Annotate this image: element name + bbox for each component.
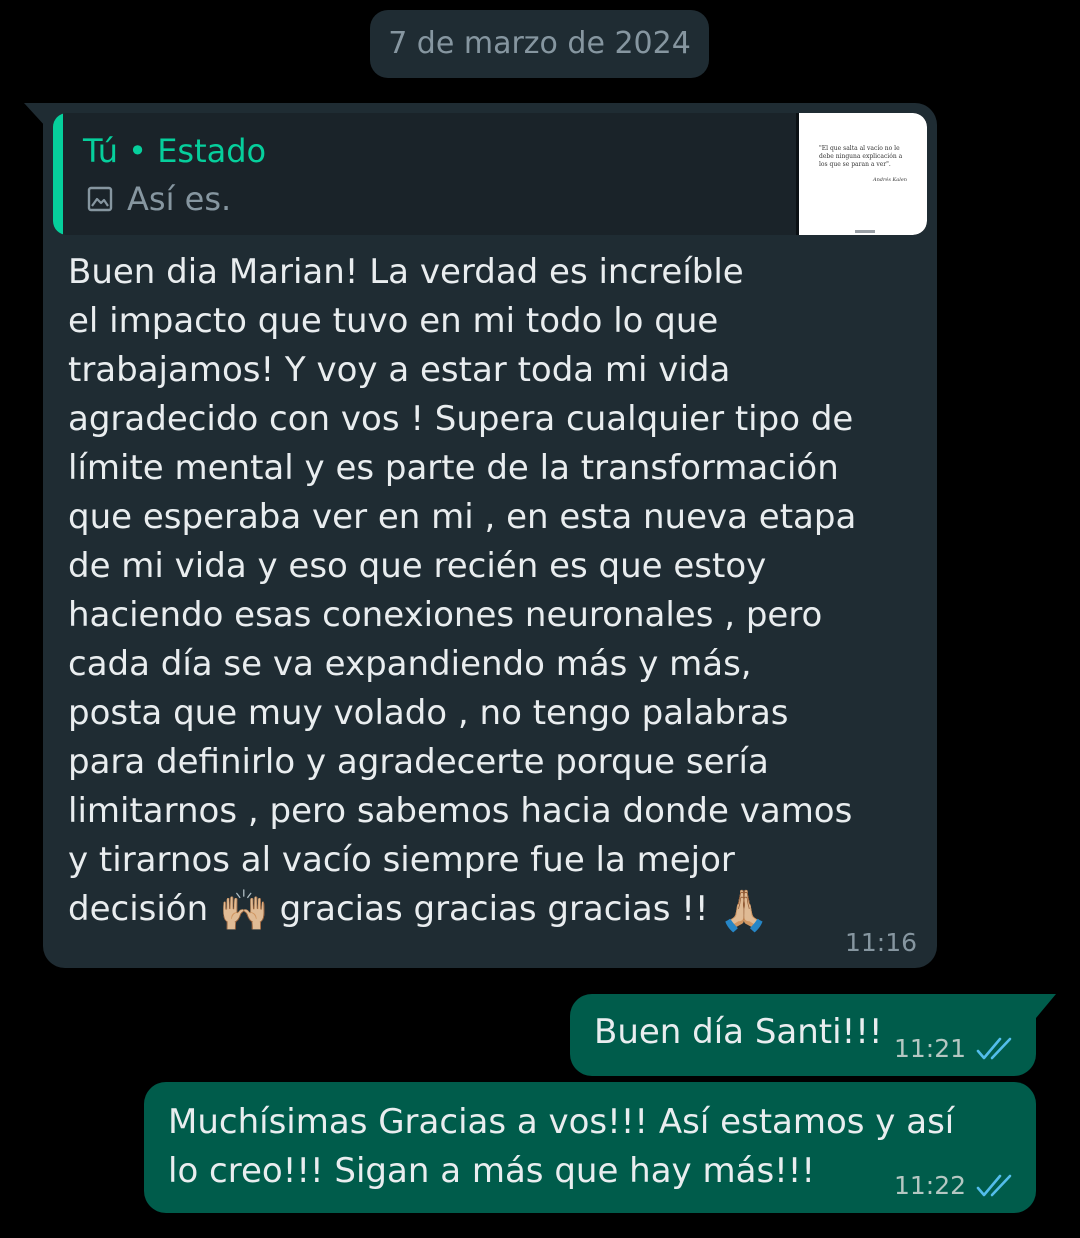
raising-hands-emoji: 🙌🏼 bbox=[218, 888, 269, 934]
quote-caption: Así es. bbox=[127, 180, 232, 218]
incoming-message-text: Buen dia Marian! La verdad es increíble … bbox=[68, 248, 918, 936]
message-meta: 11:21 bbox=[894, 1034, 1016, 1064]
image-icon bbox=[87, 186, 113, 212]
message-last-line-middle: gracias gracias gracias !! bbox=[268, 889, 720, 929]
message-timestamp: 11:16 bbox=[844, 928, 917, 957]
outgoing-message-text: Muchísimas Gracias a vos!!! Así estamos … bbox=[168, 1102, 955, 1191]
quoted-status-reply[interactable]: Tú • Estado Así es. "El que salta al vac… bbox=[53, 113, 927, 235]
thumbnail-quote-text: "El que salta al vacío no le debe ningun… bbox=[819, 145, 903, 168]
status-thumbnail[interactable]: "El que salta al vacío no le debe ningun… bbox=[796, 113, 927, 235]
outgoing-message-text: Buen día Santi!!! bbox=[594, 1012, 883, 1052]
thumbnail-signature: Andrés Kalen bbox=[872, 177, 907, 183]
date-separator: 7 de marzo de 2024 bbox=[370, 10, 709, 78]
quote-author: Tú • Estado bbox=[83, 132, 267, 170]
chat-screen: 7 de marzo de 2024 Tú • Estado Así es. "… bbox=[0, 0, 1080, 1238]
double-check-read-icon bbox=[976, 1036, 1016, 1062]
incoming-message[interactable]: Tú • Estado Así es. "El que salta al vac… bbox=[43, 103, 937, 968]
message-text-lines: Buen dia Marian! La verdad es increíble … bbox=[68, 252, 857, 880]
double-check-read-icon bbox=[976, 1173, 1016, 1199]
folded-hands-emoji: 🙏🏼 bbox=[719, 888, 770, 934]
outgoing-message[interactable]: Buen día Santi!!! 11:21 bbox=[570, 994, 1036, 1076]
message-timestamp: 11:22 bbox=[893, 1171, 966, 1200]
quote-caption-row: Así es. bbox=[87, 179, 231, 219]
outgoing-bubble-tail bbox=[1036, 994, 1056, 1018]
quote-accent-bar bbox=[53, 113, 63, 235]
message-meta: 11:22 bbox=[894, 1171, 1016, 1201]
message-timestamp: 11:21 bbox=[893, 1034, 966, 1063]
outgoing-message[interactable]: Muchísimas Gracias a vos!!! Así estamos … bbox=[144, 1082, 1036, 1213]
message-last-line-start: decisión bbox=[68, 889, 219, 929]
thumbnail-footer-mark bbox=[855, 230, 875, 233]
